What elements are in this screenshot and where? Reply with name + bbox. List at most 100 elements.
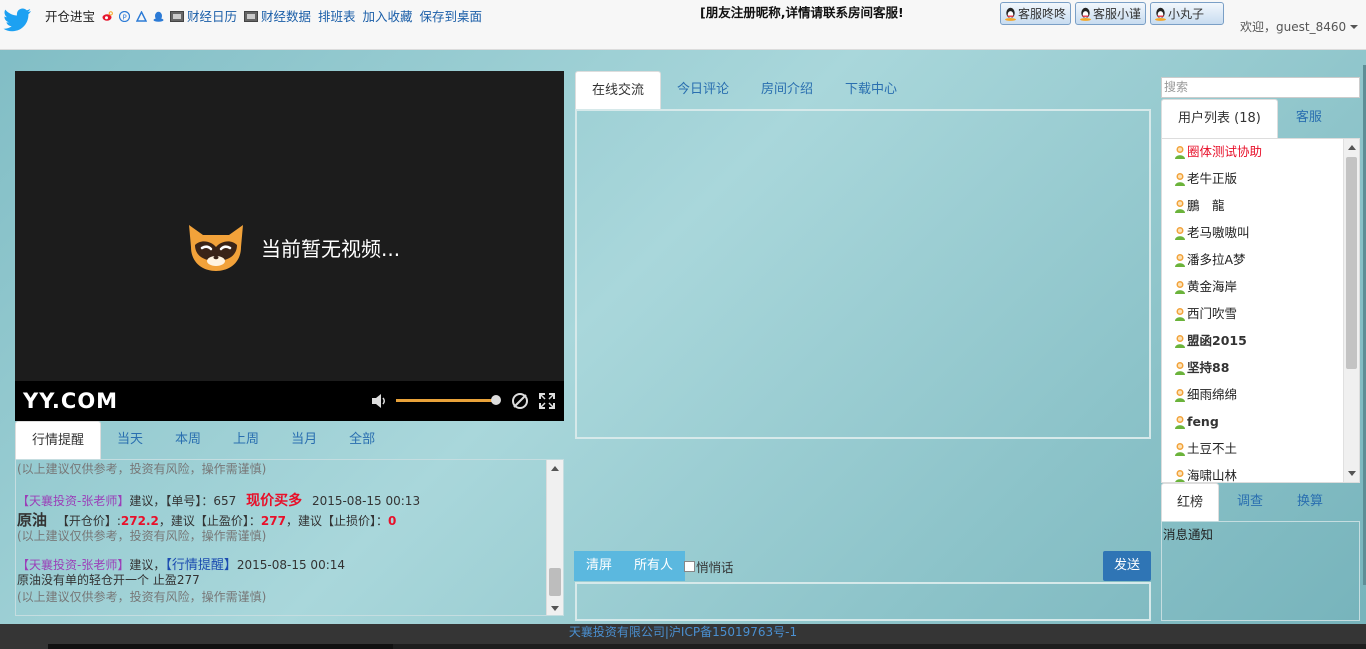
scroll-down-icon[interactable]	[551, 606, 559, 611]
open-price-label: 【开仓价】:	[56, 514, 121, 528]
tab-online-chat[interactable]: 在线交流	[575, 71, 662, 110]
chat-tabs: 在线交流 今日评论 房间介绍 下载中心	[575, 71, 913, 110]
user-icon	[1175, 145, 1185, 159]
tab-all[interactable]: 全部	[333, 421, 391, 459]
chat-toolbar: 清屏 所有人 悄悄话 发送	[574, 551, 1151, 581]
fullscreen-icon[interactable]	[538, 392, 556, 410]
barrage-toggle-icon[interactable]	[511, 392, 529, 410]
tencent-icon[interactable]	[135, 11, 147, 22]
user-list-item[interactable]: 鵬 龍	[1174, 196, 1225, 216]
tab-red-list[interactable]: 红榜	[1161, 483, 1220, 521]
recipient-select[interactable]: 所有人	[622, 551, 686, 581]
tab-room-intro[interactable]: 房间介绍	[745, 71, 829, 109]
send-button[interactable]: 发送	[1102, 551, 1151, 581]
qq-penguin-icon	[1080, 7, 1091, 21]
service-button-label: 客服咚咚	[1018, 7, 1067, 21]
tab-service[interactable]: 客服	[1278, 99, 1340, 137]
qq-penguin-icon	[1155, 7, 1166, 21]
scroll-up-icon[interactable]	[1348, 145, 1356, 150]
link-favorite[interactable]: 加入收藏	[362, 9, 412, 24]
chat-message-area[interactable]	[575, 109, 1151, 439]
scroll-up-icon[interactable]	[551, 466, 559, 471]
caret-down-icon	[1350, 25, 1359, 29]
order-number: 657	[213, 494, 237, 508]
scroll-down-icon[interactable]	[1348, 471, 1356, 476]
chat-input[interactable]	[575, 582, 1151, 621]
user-list-item[interactable]: feng	[1174, 412, 1219, 432]
user-icon	[1175, 442, 1185, 456]
link-save-desktop[interactable]: 保存到桌面	[419, 9, 482, 24]
qq-penguin-icon	[1005, 7, 1016, 21]
qq-icon[interactable]	[153, 11, 164, 22]
user-icon	[1175, 226, 1185, 240]
volume-icon[interactable]	[370, 392, 388, 410]
pinterest-icon[interactable]: P	[118, 11, 130, 22]
service-button-2[interactable]: 客服小谨	[1075, 2, 1147, 25]
tab-today-comments[interactable]: 今日评论	[661, 71, 745, 109]
volume-slider[interactable]	[396, 399, 496, 402]
whisper-option[interactable]: 悄悄话	[684, 557, 734, 576]
user-list-item[interactable]: 老马嗷嗷叫	[1174, 223, 1250, 243]
user-list-scrollbar[interactable]	[1343, 139, 1359, 482]
user-menu[interactable]: 欢迎，guest_8460	[1240, 18, 1359, 35]
ranking-tabs: 红榜 调查 换算	[1161, 483, 1339, 521]
tab-download-center[interactable]: 下载中心	[829, 71, 913, 109]
user-list-item[interactable]: 坚持88	[1174, 358, 1229, 378]
user-list-item[interactable]: 老牛正版	[1174, 169, 1237, 189]
yy-brand: YY.COM	[23, 389, 119, 413]
user-list-item[interactable]: 海啸山林	[1174, 466, 1237, 482]
user-list-item[interactable]: 盟函2015	[1174, 331, 1247, 351]
user-list-item[interactable]: 黄金海岸	[1174, 277, 1237, 297]
video-player[interactable]: 当前暂无视频... YY.COM	[15, 71, 564, 421]
user-name: 西门吹雪	[1187, 306, 1238, 321]
user-icon	[1175, 415, 1185, 429]
user-search-input[interactable]: 搜索	[1161, 77, 1360, 98]
video-placeholder: 当前暂无视频...	[183, 221, 400, 273]
open-price: 272.2	[120, 514, 159, 528]
scroll-thumb[interactable]	[549, 568, 561, 596]
user-list-item[interactable]: 潘多拉A梦	[1174, 250, 1246, 270]
user-icon	[1175, 199, 1185, 213]
take-profit-price: 277	[260, 514, 286, 528]
tab-converter[interactable]: 换算	[1281, 483, 1339, 521]
top-bar: 开仓进宝 P 财经日历 财经数据 排班表 加入收藏 保存到桌面 [朋友注册昵称,…	[0, 0, 1366, 50]
user-icon	[1175, 280, 1185, 294]
user-name: 坚持88	[1187, 360, 1230, 375]
no-video-message: 当前暂无视频...	[261, 236, 401, 261]
user-list-item[interactable]: 西门吹雪	[1174, 304, 1237, 324]
link-data[interactable]: 财经数据	[261, 9, 311, 24]
chat-private-area[interactable]	[575, 438, 1151, 548]
user-icon	[1175, 253, 1185, 267]
user-list-item[interactable]: 细雨绵绵	[1174, 385, 1237, 405]
scroll-thumb[interactable]	[1346, 157, 1357, 369]
tab-this-month[interactable]: 当月	[275, 421, 333, 459]
volume-handle[interactable]	[491, 395, 501, 405]
market-alert-list: (以上建议仅供参考，投资有风险，操作需谨慎) 【天襄投资-张老师】建议，【单号】…	[16, 460, 547, 615]
alert-action: 现价买多	[246, 493, 303, 509]
tab-today[interactable]: 当天	[101, 421, 159, 459]
market-scrollbar[interactable]	[546, 460, 563, 615]
service-button-3[interactable]: 小丸子	[1150, 2, 1224, 25]
tab-market-alerts[interactable]: 行情提醒	[15, 421, 102, 459]
site-name[interactable]: 开仓进宝	[45, 9, 95, 24]
whisper-checkbox[interactable]	[684, 561, 695, 572]
alert-time: 2015-08-15 00:14	[236, 558, 346, 572]
whisper-label: 悄悄话	[696, 560, 734, 575]
tab-user-list[interactable]: 用户列表 (18)	[1161, 99, 1278, 138]
bird-logo-icon[interactable]	[2, 6, 32, 34]
disclaimer: (以上建议仅供参考，投资有风险，操作需谨慎)	[17, 590, 267, 604]
user-list-item[interactable]: 圈体测试协助	[1174, 142, 1262, 162]
user-list-item[interactable]: 土豆不土	[1174, 439, 1237, 459]
tab-survey[interactable]: 调查	[1219, 483, 1281, 521]
link-schedule[interactable]: 排班表	[318, 9, 356, 24]
clear-screen-button[interactable]: 清屏	[574, 551, 625, 581]
weibo-icon[interactable]	[102, 11, 113, 22]
tab-this-week[interactable]: 本周	[159, 421, 217, 459]
tab-last-week[interactable]: 上周	[217, 421, 275, 459]
alert-author: 【天襄投资-张老师】	[17, 494, 130, 508]
link-calendar[interactable]: 财经日历	[187, 9, 237, 24]
data-monitor-icon	[243, 11, 258, 22]
user-icon	[1175, 388, 1185, 402]
service-button-1[interactable]: 客服咚咚	[1000, 2, 1072, 25]
user-list: 圈体测试协助 老牛正版鵬 龍老马嗷嗷叫潘多拉A梦黄金海岸西门吹雪盟函2015 坚持8…	[1161, 138, 1360, 483]
